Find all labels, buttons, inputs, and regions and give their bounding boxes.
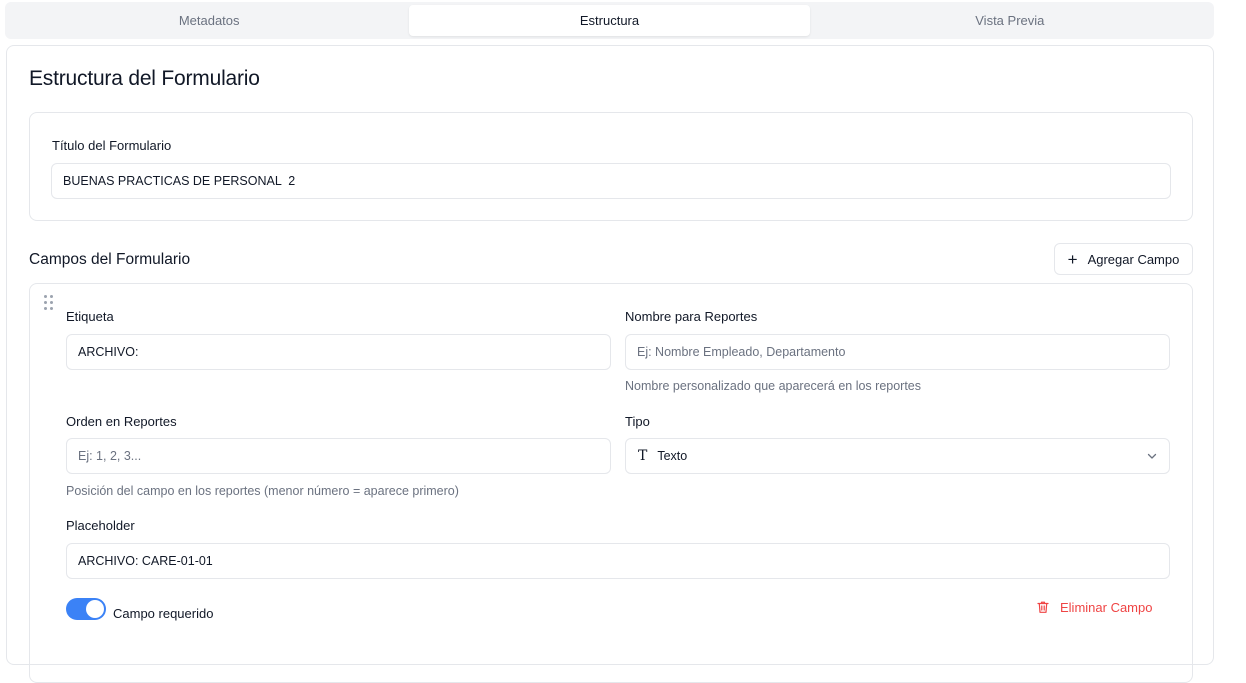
label-input[interactable] bbox=[66, 334, 611, 370]
structure-card: Estructura del Formulario Título del For… bbox=[6, 45, 1214, 683]
report-name-label: Nombre para Reportes bbox=[625, 309, 758, 324]
report-name-input[interactable] bbox=[625, 334, 1170, 370]
trash-icon bbox=[1037, 601, 1049, 613]
report-order-hint: Posición del campo en los reportes (meno… bbox=[66, 484, 459, 498]
type-label: Tipo bbox=[625, 414, 650, 429]
delete-field-button[interactable]: Eliminar Campo bbox=[1036, 595, 1152, 619]
placeholder-input[interactable] bbox=[66, 543, 1170, 579]
add-field-button[interactable]: + Agregar Campo bbox=[1054, 243, 1193, 275]
report-order-input[interactable] bbox=[66, 438, 611, 474]
form-title-card: Título del Formulario bbox=[29, 112, 1193, 221]
report-name-hint: Nombre personalizado que aparecerá en lo… bbox=[625, 379, 922, 393]
add-field-label: Agregar Campo bbox=[1087, 251, 1180, 267]
tab-bar: Metadatos Estructura Vista Previa bbox=[5, 2, 1214, 39]
label-field-label: Etiqueta bbox=[66, 309, 114, 324]
drag-handle-icon[interactable] bbox=[44, 295, 53, 310]
placeholder-label: Placeholder bbox=[66, 518, 135, 533]
plus-icon: + bbox=[1067, 249, 1078, 269]
required-toggle[interactable] bbox=[66, 598, 106, 620]
form-title-label: Título del Formulario bbox=[52, 138, 172, 153]
report-order-label: Orden en Reportes bbox=[66, 414, 177, 429]
chevron-down-icon bbox=[1147, 453, 1157, 459]
required-label: Campo requerido bbox=[113, 606, 214, 621]
text-type-icon: T bbox=[638, 448, 648, 464]
field-card: Etiqueta Nombre para Reportes Nombre per… bbox=[29, 283, 1193, 683]
tab-estructura[interactable]: Estructura bbox=[409, 5, 810, 36]
form-title-input[interactable] bbox=[51, 163, 1171, 199]
delete-field-label: Eliminar Campo bbox=[1060, 599, 1153, 615]
type-select[interactable]: T Texto bbox=[625, 438, 1170, 474]
fields-section-title: Campos del Formulario bbox=[29, 251, 191, 268]
page-title: Estructura del Formulario bbox=[29, 67, 260, 90]
type-select-value: Texto bbox=[657, 449, 688, 463]
tab-metadatos[interactable]: Metadatos bbox=[9, 5, 409, 36]
toggle-knob bbox=[86, 600, 104, 618]
tab-vista-previa[interactable]: Vista Previa bbox=[810, 5, 1210, 36]
